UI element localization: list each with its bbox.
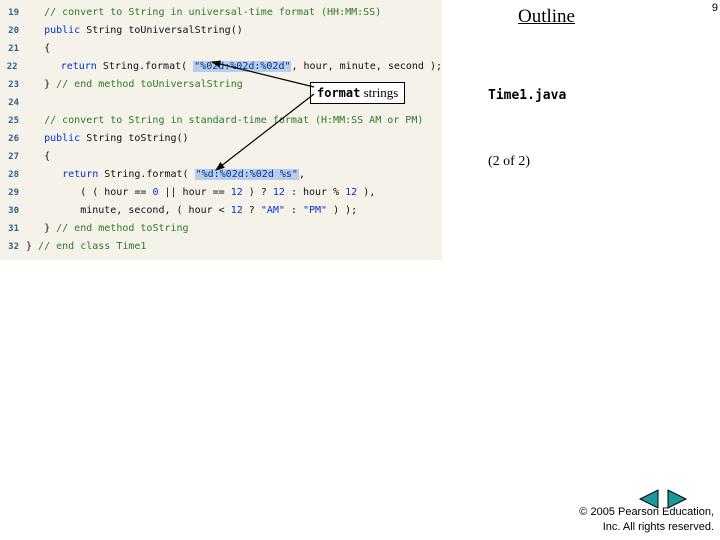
comment: // end method toUniversalString [56,79,243,90]
code-src: ( ( hour == 0 || hour == 12 ) ? 12 : hou… [26,184,375,202]
code-line: 26 public String toString() [0,130,442,148]
code-line: 25 // convert to String in standard-time… [0,112,442,130]
copyright-footer: © 2005 Pearson Education, Inc. All right… [579,505,714,534]
keyword: return [62,169,98,180]
code-src: return String.format( "%02d:%02d:%02d", … [25,58,442,76]
line-number: 19 [0,5,26,21]
code-src: // convert to String in universal-time f… [26,4,381,22]
callout-box: format strings [310,82,405,104]
brace: } [44,79,56,90]
copyright-line-1: © 2005 Pearson Education, [579,505,714,519]
code-line: 19 // convert to String in universal-tim… [0,4,442,22]
code-line: 31 } // end method toString [0,220,442,238]
code-src [26,94,32,112]
code-src: public String toString() [26,130,189,148]
code-text: ) ? [243,187,273,198]
page-number: 9 [712,2,718,14]
code-text: || hour == [158,187,230,198]
code-line: 29 ( ( hour == 0 || hour == 12 ) ? 12 : … [0,184,442,202]
code-src: // convert to String in standard-time fo… [26,112,423,130]
copyright-line-2: Inc. All rights reserved. [579,520,714,534]
code-text: minute, second, ( hour < [80,205,231,216]
brace: } [44,223,56,234]
code-src: { [26,148,50,166]
line-number: 22 [0,59,25,75]
code-text: ? [243,205,261,216]
code-src: } // end class Time1 [26,238,146,256]
number: 12 [231,205,243,216]
code-text: ), [357,187,375,198]
line-number: 29 [0,185,26,201]
code-text: : [285,205,303,216]
outline-heading: Outline [518,6,706,28]
code-line: 27 { [0,148,442,166]
code-line: 30 minute, second, ( hour < 12 ? "AM" : … [0,202,442,220]
callout-bold: format [317,86,360,100]
keyword: public [44,25,80,36]
number: 12 [231,187,243,198]
code-src: public String toUniversalString() [26,22,243,40]
callout-rest: strings [360,85,398,100]
brace: { [44,151,50,162]
string-literal: "AM" [261,205,285,216]
line-number: 27 [0,149,26,165]
line-number: 20 [0,23,26,39]
code-src: { [26,40,50,58]
code-text: String toString() [80,133,188,144]
code-src: } // end method toString [26,220,189,238]
page-count-label: (2 of 2) [488,154,530,170]
filename-label: Time1.java [488,88,566,103]
number: 12 [273,187,285,198]
string-literal: "PM" [303,205,327,216]
line-number: 25 [0,113,26,129]
comment: // convert to String in universal-time f… [44,7,381,18]
line-number: 28 [0,167,26,183]
line-number: 24 [0,95,26,111]
comment: // convert to String in standard-time fo… [44,115,423,126]
code-line: 28 return String.format( "%d:%02d:%02d %… [0,166,442,184]
code-text: String.format( [97,61,193,72]
code-src: minute, second, ( hour < 12 ? "AM" : "PM… [26,202,357,220]
line-number: 31 [0,221,26,237]
line-number: 21 [0,41,26,57]
code-text: String.format( [98,169,194,180]
brace: { [44,43,50,54]
code-line: 20 public String toUniversalString() [0,22,442,40]
keyword: public [44,133,80,144]
code-line: 21 { [0,40,442,58]
line-number: 23 [0,77,26,93]
string-literal: "%d:%02d:%02d %s" [195,169,299,180]
code-src: return String.format( "%d:%02d:%02d %s", [26,166,305,184]
code-src: } // end method toUniversalString [26,76,243,94]
number: 12 [345,187,357,198]
keyword: return [61,61,97,72]
line-number: 30 [0,203,26,219]
line-number: 26 [0,131,26,147]
code-text: : hour % [285,187,345,198]
comment: // end method toString [56,223,188,234]
code-text: ) ); [327,205,357,216]
code-panel: 19 // convert to String in universal-tim… [0,0,442,260]
side-panel: Outline Time1.java (2 of 2) [458,6,706,28]
code-text: , [299,169,305,180]
comment: // end class Time1 [38,241,146,252]
code-text: String toUniversalString() [80,25,243,36]
brace: } [26,241,38,252]
code-line: 32 } // end class Time1 [0,238,442,256]
line-number: 32 [0,239,26,255]
code-text: , hour, minute, second ); [291,61,442,72]
string-literal: "%02d:%02d:%02d" [193,61,291,72]
code-text: ( ( hour == [80,187,152,198]
code-line: 22 return String.format( "%02d:%02d:%02d… [0,58,442,76]
